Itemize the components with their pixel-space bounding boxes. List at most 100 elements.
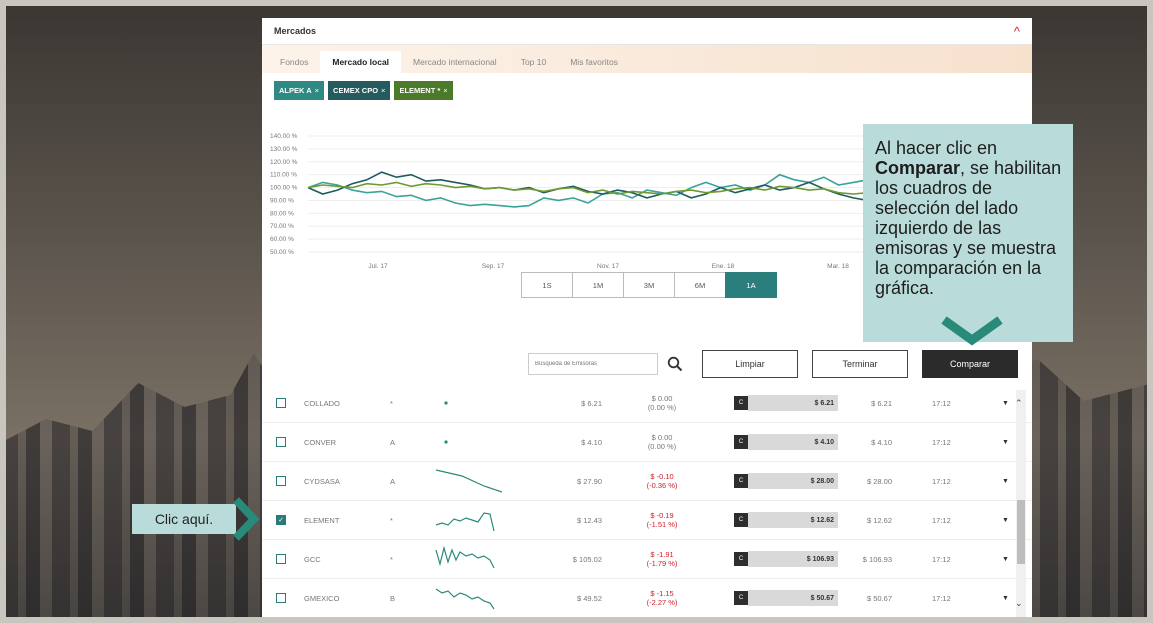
price-bar: $ 28.00 — [748, 473, 838, 489]
caret-down-icon[interactable]: ▼ — [1002, 462, 1009, 500]
selected-stock-chips: ALPEK A × CEMEX CPO × ELEMENT * × — [262, 73, 1032, 100]
y-tick-label: 110.00 % — [270, 172, 297, 179]
change-value: $ -0.19 — [650, 510, 674, 520]
change-value: $ -1.15 — [650, 588, 674, 598]
buy-c-button[interactable]: C — [734, 396, 748, 410]
x-tick-label: Mar. 18 — [827, 263, 849, 270]
change-value: $ 0.00 — [651, 432, 673, 442]
scrollbar-thumb[interactable] — [1017, 500, 1025, 564]
y-tick-label: 60.00 % — [270, 236, 294, 243]
buy-c-button[interactable]: C — [734, 513, 748, 527]
tab-mercado-local[interactable]: Mercado local — [320, 51, 402, 73]
compare-button[interactable]: Comparar — [922, 350, 1018, 378]
row-checkbox[interactable] — [276, 476, 286, 486]
last-price: $ 12.43 — [576, 515, 602, 525]
tab-mercado-internacional[interactable]: Mercado internacional — [401, 51, 509, 73]
stock-series: * — [390, 554, 393, 564]
caret-down-icon[interactable]: ▼ — [1002, 384, 1009, 422]
buy-c-button[interactable]: C — [734, 435, 748, 449]
price-change: $ 0.00 (0.00 %) — [622, 384, 702, 422]
close-icon[interactable]: × — [443, 86, 447, 95]
stock-series: A — [390, 437, 396, 447]
series-line-element- — [307, 181, 869, 195]
reference-price: $ 6.21 — [871, 398, 892, 408]
search-input[interactable] — [528, 353, 658, 375]
update-time: 17:12 — [932, 593, 951, 603]
stock-name[interactable]: GMEXICO — [304, 579, 339, 617]
stock-chip[interactable]: CEMEX CPO × — [328, 81, 391, 100]
row-checkbox[interactable] — [276, 554, 286, 564]
buy-c-button[interactable]: C — [734, 552, 748, 566]
table-row: COLLADO * $ 6.21 $ 0.00 (0.00 %) C $ 6.21 $ 6.2… — [262, 384, 1032, 423]
tab-fondos[interactable]: Fondos — [268, 51, 320, 73]
scroll-up-icon[interactable]: ⌃ — [1015, 398, 1023, 409]
checkbox-checked-icon[interactable]: ✓ — [276, 515, 286, 525]
close-icon[interactable]: × — [381, 86, 385, 95]
stock-chip[interactable]: ALPEK A × — [274, 81, 325, 100]
price-change: $ -1.91 (-1.79 %) — [622, 540, 702, 578]
close-icon[interactable]: × — [315, 86, 319, 95]
sparkline — [432, 501, 512, 539]
caret-down-icon[interactable]: ▼ — [1002, 540, 1009, 578]
chip-label: ELEMENT * — [399, 86, 441, 95]
y-tick-label: 50.00 % — [270, 249, 294, 256]
y-tick-label: 120.00 % — [270, 159, 298, 166]
y-tick-label: 80.00 % — [270, 210, 294, 217]
chart-svg: 140.00 % 130.00 % 120.00 % 110.00 % 100.00 %… — [270, 133, 869, 270]
stock-series: A — [390, 476, 396, 486]
x-tick-label: Jul. 17 — [368, 263, 388, 270]
last-price: $ 49.52 — [576, 593, 602, 603]
stock-name[interactable]: CYDSASA — [304, 462, 340, 500]
row-checkbox[interactable] — [276, 593, 286, 603]
panel-header: Mercados ^ — [262, 18, 1032, 45]
change-percent: (-1.51 %) — [646, 520, 678, 529]
callout-text-post: , se habilitan los cuadros de selección … — [875, 158, 1062, 298]
market-tabs: Fondos Mercado local Mercado internacional… — [262, 45, 1032, 73]
range-button-1m[interactable]: 1M — [572, 272, 624, 298]
update-time: 17:12 — [932, 515, 951, 525]
range-button-1s[interactable]: 1S — [521, 272, 573, 298]
finish-button[interactable]: Terminar — [812, 350, 908, 378]
caret-down-icon[interactable]: ▼ — [1002, 423, 1009, 461]
price-bar: $ 6.21 — [748, 395, 838, 411]
table-row: GCC * $ 105.02 $ -1.91 (-1.79 %) C $ 106.93 $ 1… — [262, 540, 1032, 579]
y-tick-label: 100.00 % — [270, 185, 298, 192]
sparkline — [432, 462, 512, 500]
row-checkbox[interactable] — [276, 398, 286, 408]
clear-button[interactable]: Limpiar — [702, 350, 798, 378]
reference-price: $ 28.00 — [866, 476, 892, 486]
x-tick-label: Nov. 17 — [597, 263, 619, 270]
last-price: $ 6.21 — [581, 398, 602, 408]
update-time: 17:12 — [932, 476, 951, 486]
caret-down-icon[interactable]: ▼ — [1002, 579, 1009, 617]
callout-chevron-down-icon — [941, 316, 1003, 346]
table-row: CONVER A $ 4.10 $ 0.00 (0.00 %) C $ 4.10 $ 4.10… — [262, 423, 1032, 462]
stock-name[interactable]: COLLADO — [304, 384, 340, 422]
click-chevron-right-icon — [233, 497, 260, 541]
caret-down-icon[interactable]: ▼ — [1002, 501, 1009, 539]
update-time: 17:12 — [932, 554, 951, 564]
change-percent: (0.00 %) — [647, 442, 677, 451]
price-bar: $ 12.62 — [748, 512, 838, 528]
y-tick-label: 70.00 % — [270, 223, 294, 230]
sparkline — [432, 540, 512, 578]
stock-chip[interactable]: ELEMENT * × — [394, 81, 453, 100]
buy-c-button[interactable]: C — [734, 474, 748, 488]
range-button-6m[interactable]: 6M — [674, 272, 726, 298]
chevron-up-icon[interactable]: ^ — [1014, 25, 1020, 38]
buy-c-button[interactable]: C — [734, 591, 748, 605]
tab-mis-favoritos[interactable]: Mis favoritos — [558, 51, 630, 73]
stock-series: B — [390, 593, 396, 603]
stock-name[interactable]: ELEMENT — [304, 501, 339, 539]
reference-price: $ 50.67 — [866, 593, 892, 603]
tab-top-10[interactable]: Top 10 — [509, 51, 559, 73]
range-button-3m[interactable]: 3M — [623, 272, 675, 298]
price-change: $ -0.10 (-0.36 %) — [622, 462, 702, 500]
row-checkbox[interactable] — [276, 437, 286, 447]
toolbar: Limpiar Terminar Comparar — [528, 350, 1018, 378]
scroll-down-icon[interactable]: ⌄ — [1015, 598, 1023, 609]
range-button-1a[interactable]: 1A — [725, 272, 777, 298]
search-icon[interactable] — [664, 353, 686, 375]
stock-name[interactable]: GCC — [304, 540, 321, 578]
stock-name[interactable]: CONVER — [304, 423, 336, 461]
